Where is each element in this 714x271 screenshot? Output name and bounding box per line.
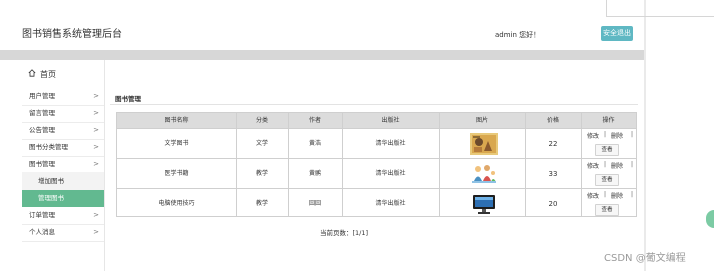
- sidebar-item-users[interactable]: 用户管理 >: [22, 88, 104, 106]
- view-button[interactable]: 查看: [595, 204, 619, 216]
- column-divider: [581, 113, 582, 216]
- cell-category: 教学: [255, 170, 268, 177]
- view-button[interactable]: 查看: [595, 144, 619, 156]
- table-row: 电脑使用技巧 教学 囧囧 清华出版社 20 修改 | 删除 | 查看: [117, 188, 636, 219]
- chevron-right-icon: >: [93, 143, 99, 151]
- cell-publisher: 清华出版社: [375, 200, 406, 207]
- cell-publisher: 清华出版社: [375, 140, 406, 147]
- edit-link[interactable]: 修改: [587, 161, 599, 170]
- column-divider: [439, 113, 440, 216]
- books-table: 图书名称 分类 作者 出版社 图片 价格 操作 文学图书 文学 黄浩 清华出版社: [116, 112, 637, 217]
- sidebar-item-announcements[interactable]: 公告管理 >: [22, 122, 104, 140]
- sidebar-subitem-add-book[interactable]: 增加图书: [22, 173, 104, 190]
- header-divider-bar: [0, 50, 644, 60]
- column-header-publisher: 出版社: [381, 117, 400, 124]
- section-divider: [110, 104, 638, 105]
- table-header: 图书名称 分类 作者 出版社 图片 价格 操作: [117, 113, 636, 128]
- corner-divider: [606, 0, 607, 16]
- action-separator: |: [604, 161, 607, 168]
- row-actions: 修改 | 删除 | 查看: [581, 161, 636, 189]
- table-row: 医学书籍 教学 黄鹂 清华出版社 33 修改 | 删除 | 查看: [117, 158, 636, 189]
- sidebar-item-book-categories[interactable]: 图书分类管理 >: [22, 139, 104, 157]
- app-window: 图书销售系统管理后台 admin 您好！ 安全退出 首页 用户管理 > 留言管理…: [0, 0, 646, 271]
- action-separator: |: [604, 191, 607, 198]
- chevron-right-icon: >: [93, 211, 99, 219]
- chevron-right-icon: >: [93, 228, 99, 236]
- chevron-right-icon: >: [93, 92, 99, 100]
- edit-link[interactable]: 修改: [587, 191, 599, 200]
- column-header-name: 图书名称: [164, 117, 189, 124]
- cell-author: 黄鹂: [308, 170, 321, 177]
- chevron-right-icon: >: [93, 109, 99, 117]
- home-icon: [28, 65, 36, 85]
- column-divider: [525, 113, 526, 216]
- action-separator: |: [631, 191, 634, 198]
- column-header-category: 分类: [255, 117, 268, 124]
- sidebar-item-label: 留言管理: [29, 109, 55, 117]
- sidebar-home[interactable]: 首页: [22, 65, 104, 85]
- cell-price: 33: [548, 170, 558, 178]
- sidebar-item-messages[interactable]: 留言管理 >: [22, 105, 104, 123]
- chevron-down-icon: >: [93, 160, 99, 168]
- header: 图书销售系统管理后台 admin 您好！ 安全退出: [0, 0, 644, 50]
- column-header-author: 作者: [308, 117, 321, 124]
- view-button[interactable]: 查看: [595, 174, 619, 186]
- delete-link[interactable]: 删除: [611, 131, 623, 140]
- cell-price: 22: [548, 140, 558, 148]
- book-cover-image: [470, 133, 498, 155]
- column-header-actions: 操作: [602, 117, 615, 124]
- sidebar-subitem-label: 管理图书: [38, 194, 64, 202]
- column-divider: [288, 113, 289, 216]
- sidebar-item-label: 图书管理: [29, 160, 55, 168]
- column-header-price: 价格: [546, 117, 559, 124]
- delete-link[interactable]: 删除: [611, 191, 623, 200]
- sidebar-item-label: 图书分类管理: [29, 143, 68, 151]
- cell-category: 文学: [255, 140, 268, 147]
- sidebar-subitem-label: 增加图书: [38, 177, 64, 185]
- action-separator: |: [631, 131, 634, 138]
- row-actions: 修改 | 删除 | 查看: [581, 131, 636, 159]
- sidebar: 首页 用户管理 > 留言管理 > 公告管理 > 图书分类管理 > 图书管理 > …: [22, 60, 105, 271]
- delete-link[interactable]: 删除: [611, 161, 623, 170]
- sidebar-item-label: 个人消息: [29, 228, 55, 236]
- cell-author: 囧囧: [308, 200, 321, 207]
- sidebar-item-label: 用户管理: [29, 92, 55, 100]
- cell-category: 教学: [255, 200, 268, 207]
- sidebar-item-orders[interactable]: 订单管理 >: [22, 207, 104, 225]
- computer-monitor-image: [470, 193, 498, 215]
- column-divider: [342, 113, 343, 216]
- sidebar-item-label: 公告管理: [29, 126, 55, 134]
- sidebar-item-label: 订单管理: [29, 211, 55, 219]
- cell-book-name: 医学书籍: [164, 170, 189, 177]
- corner-divider: [606, 16, 714, 17]
- column-header-image: 图片: [475, 117, 488, 124]
- action-separator: |: [604, 131, 607, 138]
- sidebar-subitem-manage-books[interactable]: 管理图书: [22, 190, 104, 207]
- pagination-status: 当前页数：[1/1]: [320, 229, 369, 237]
- watermark: CSDN @葡文编程: [604, 253, 686, 264]
- sidebar-item-personal-messages[interactable]: 个人消息 >: [22, 224, 104, 242]
- cell-author: 黄浩: [308, 140, 321, 147]
- cell-book-name: 文学图书: [164, 140, 189, 147]
- window-edge: [644, 0, 646, 271]
- table-row: 文学图书 文学 黄浩 清华出版社 22 修改 | 删除 | 查看: [117, 128, 636, 159]
- sidebar-home-label: 首页: [40, 70, 56, 79]
- family-illustration-image: [470, 163, 498, 185]
- cell-price: 20: [548, 200, 558, 208]
- row-actions: 修改 | 删除 | 查看: [581, 191, 636, 219]
- edit-link[interactable]: 修改: [587, 131, 599, 140]
- cell-book-name: 电脑使用技巧: [158, 200, 195, 207]
- logout-button[interactable]: 安全退出: [601, 26, 633, 41]
- cell-publisher: 清华出版社: [375, 170, 406, 177]
- section-title: 图书管理: [115, 95, 141, 103]
- action-separator: |: [631, 161, 634, 168]
- app-title: 图书销售系统管理后台: [22, 29, 122, 40]
- chevron-right-icon: >: [93, 126, 99, 134]
- column-divider: [236, 113, 237, 216]
- side-tab-handle[interactable]: [706, 210, 714, 228]
- user-greeting: admin 您好！: [495, 31, 541, 39]
